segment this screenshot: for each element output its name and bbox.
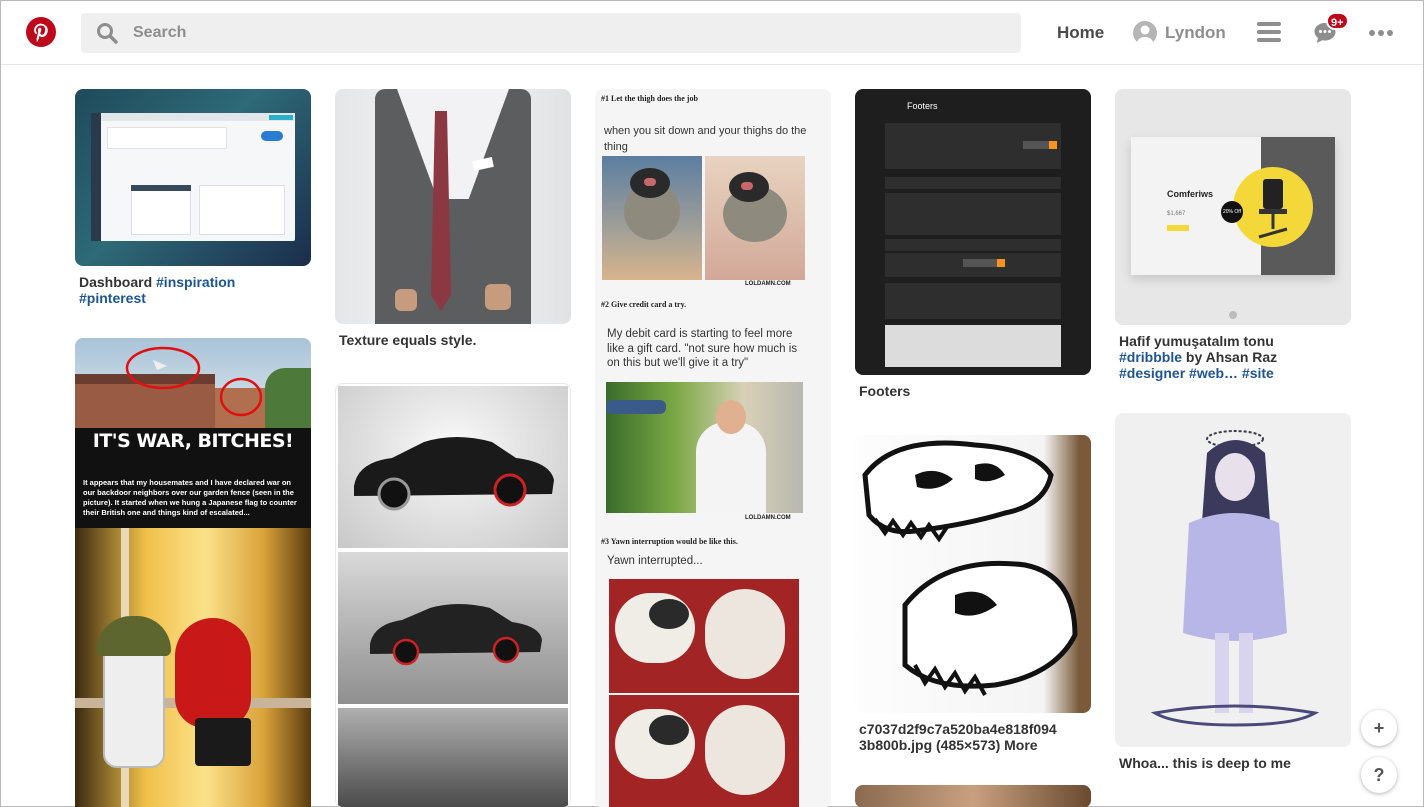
black-car-icon [370,604,542,666]
dogs-photo [609,695,799,807]
dogs-photo [609,579,799,693]
help-button[interactable]: ? [1361,757,1397,793]
pin-description: Footers [859,383,911,399]
pin-description: Hafif yumuşatalım tonu #dribbble by Ahsa… [1119,333,1278,381]
pin-card[interactable] [855,785,1091,807]
avatar[interactable] [1133,21,1157,45]
pin-card[interactable]: #1 Let the thigh does the job when you s… [595,89,831,807]
dinosaur-skull-sketch [862,440,1078,696]
pin-image[interactable]: Footers [855,89,1091,375]
step-text: My debit card is starting to feel more l… [607,328,798,369]
pin-card[interactable]: Whoa... this is deep to me [1115,413,1351,771]
black-car-icon [354,437,554,511]
meme-headline: IT'S WAR, BITCHES! [92,430,294,452]
pin-description: Texture equals style. [339,332,477,348]
hashtag-link[interactable]: #dribbble [1119,349,1182,365]
top-nav-bar: Home Lyndon 9+ [1,1,1423,65]
watermark: LOLDAMN.COM [745,515,791,521]
pin-image[interactable] [335,383,571,807]
discount-badge: 20% Off [1221,201,1243,223]
step-title: #2 Give credit card a try. [601,300,687,309]
more-options-icon[interactable] [1369,30,1393,36]
red-flower-pot [175,618,251,728]
pin-image[interactable]: Comferiws $1,667 20% Off [1115,89,1351,325]
pin-card[interactable]: Texture equals style. [335,89,571,348]
pin-card[interactable]: c7037d2f9c7a520ba4e818f094 3b800b.jpg (4… [855,435,1091,753]
bird-photo [705,156,805,280]
pin-image[interactable]: #1 Let the thigh does the job when you s… [595,89,831,807]
pin-card[interactable]: Comferiws $1,667 20% Off Hafif yumuşatal… [1115,89,1351,381]
pin-card[interactable]: IT'S WAR, BITCHES! It appears that my ho… [75,338,311,807]
pin-card[interactable] [335,383,571,807]
menu-icon[interactable] [1257,22,1281,44]
step-title: #3 Yawn interruption would be like this. [601,537,738,546]
meme-body-text: It appears that my housemates and I have… [83,478,297,517]
pin-image[interactable]: IT'S WAR, BITCHES! It appears that my ho… [75,338,311,807]
pin-image[interactable] [855,785,1091,807]
nav-user-link[interactable]: Lyndon [1165,23,1226,43]
watermark: LOLDAMN.COM [745,281,791,287]
hashtag-link[interactable]: #pinterest [79,290,146,306]
pin-image[interactable] [335,89,571,324]
waiter-photo [606,382,803,513]
chair-mockup: Comferiws $1,667 20% Off [1131,137,1335,275]
search-icon [97,23,118,44]
search-input[interactable] [133,13,1013,53]
pin-description: c7037d2f9c7a520ba4e818f094 3b800b.jpg (4… [859,721,1057,753]
pin-card[interactable]: Dashboard #inspiration #pinterest [75,89,311,306]
notification-badge: 9+ [1326,12,1349,30]
red-circle-annotations [125,346,263,417]
step-text: when you sit down and your thighs do the… [604,125,807,153]
add-pin-button[interactable]: + [1361,710,1397,746]
nav-home-link[interactable]: Home [1057,23,1104,43]
mock-title: Footers [907,101,938,111]
mock-product-name: Comferiws [1167,189,1214,199]
hashtag-link[interactable]: #designer #web… #site [1119,365,1274,381]
pin-description: Dashboard #inspiration #pinterest [79,274,236,306]
anime-girl-illustration [1150,430,1320,727]
mock-price: $1,667 [1167,211,1186,217]
hashtag-link[interactable]: #inspiration [156,274,235,290]
pinterest-logo-icon[interactable] [26,17,56,47]
dashboard-screenshot [91,113,295,241]
pin-image[interactable] [1115,413,1351,747]
cup-figure [103,638,165,768]
pin-card[interactable]: Footers Footers [855,89,1091,399]
step-text: Yawn interrupted... [607,555,703,567]
pin-description: Whoa... this is deep to me [1119,755,1291,771]
pin-image[interactable] [75,89,311,266]
pin-image[interactable] [855,435,1091,713]
bird-photo [602,156,702,280]
step-title: #1 Let the thigh does the job [601,94,698,103]
